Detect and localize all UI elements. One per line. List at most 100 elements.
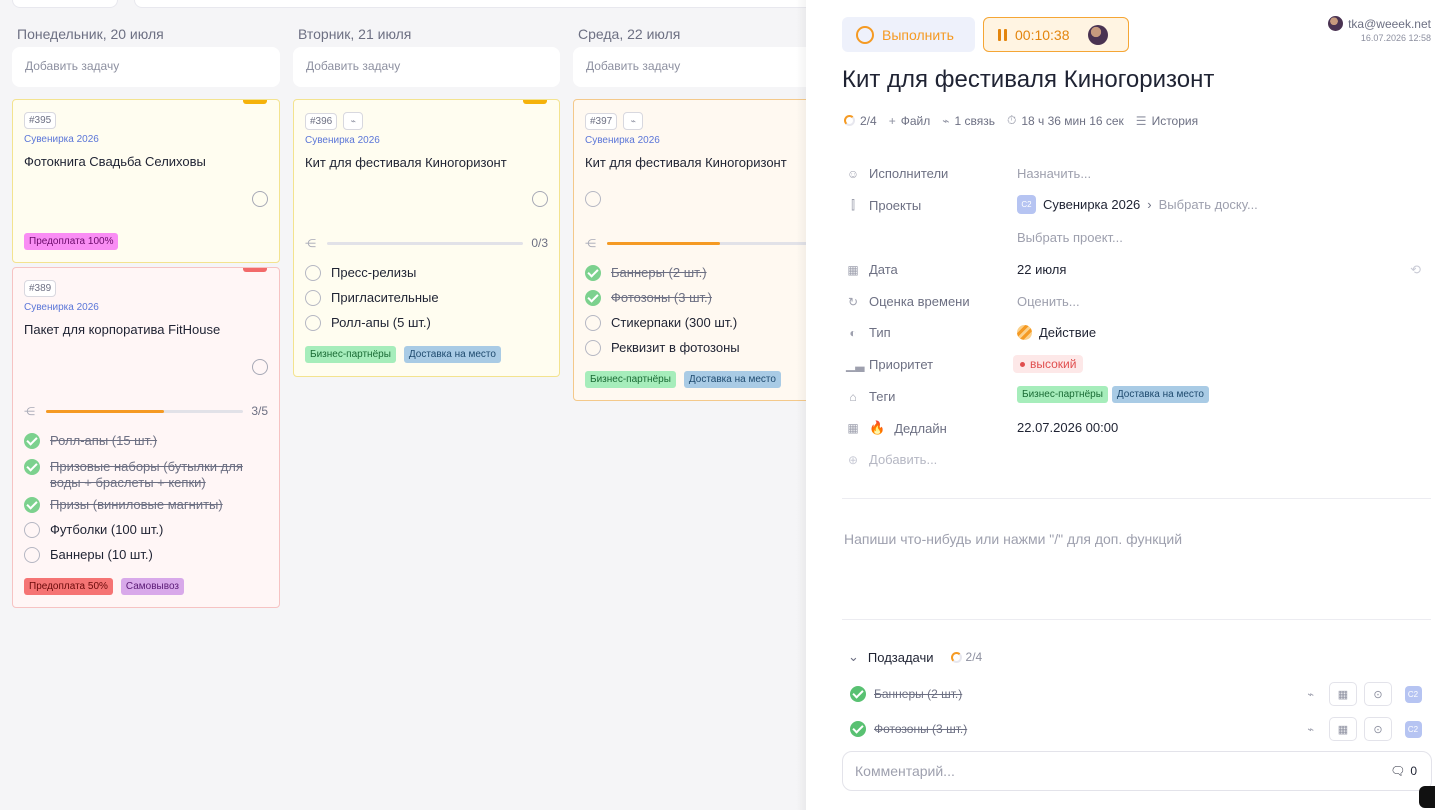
date-value[interactable]: 22 июля xyxy=(1017,262,1066,277)
subtask-item[interactable]: Реквизит в фотозоны xyxy=(585,340,804,356)
calendar-icon: ▦ xyxy=(847,262,859,277)
progress-ring-icon xyxy=(950,651,962,663)
task-number: #395 xyxy=(24,112,57,129)
tag[interactable]: Доставка на место xyxy=(1111,386,1209,403)
repeat-icon[interactable]: ⟲ xyxy=(1410,262,1421,278)
complete-button[interactable]: Выполнить xyxy=(842,17,975,52)
type-selector[interactable]: Действие xyxy=(1017,325,1096,340)
progress-count: 3/5 xyxy=(251,404,268,418)
priority-selector[interactable]: высокий xyxy=(1013,355,1084,373)
subtask-item[interactable]: Пригласительные xyxy=(305,290,551,306)
check-icon[interactable] xyxy=(24,433,40,449)
subtask-row[interactable]: Фотозоны (3 шт.) ⌁ ▦ ⊙ C2 xyxy=(850,717,1427,741)
add-task-button[interactable]: Добавить задачу xyxy=(12,47,280,87)
complete-toggle[interactable] xyxy=(252,359,268,375)
subtask-item[interactable]: Пресс-релизы xyxy=(305,265,551,281)
subtasks-toggle[interactable]: ⌄ Подзадачи 2/4 xyxy=(848,649,982,665)
subtask-item[interactable]: Стикерпаки (300 шт.) xyxy=(585,315,804,331)
comment-input[interactable]: Комментарий... 🗨 0 xyxy=(842,751,1432,791)
divider xyxy=(842,619,1431,620)
check-icon[interactable] xyxy=(850,721,866,737)
subtasks-icon: ⋲ xyxy=(305,237,316,250)
check-icon[interactable] xyxy=(24,522,40,538)
deadline-value[interactable]: 22.07.2026 00:00 xyxy=(1017,420,1118,435)
tag[interactable]: Бизнес-партнёры xyxy=(1017,386,1108,403)
priority-icon[interactable]: ⊙ xyxy=(1364,717,1392,741)
project-pick-button[interactable]: Выбрать проект... xyxy=(1017,230,1123,245)
check-icon[interactable] xyxy=(585,315,601,331)
prop-estimate: ↻ Оценка времени xyxy=(847,294,970,309)
priority-icon[interactable]: ⊙ xyxy=(1364,682,1392,706)
subtask-row[interactable]: Баннеры (2 шт.) ⌁ ▦ ⊙ C2 xyxy=(850,682,1427,706)
check-icon[interactable] xyxy=(305,290,321,306)
check-icon[interactable] xyxy=(585,340,601,356)
tag: Бизнес-партнёры xyxy=(585,371,676,388)
description-editor[interactable]: Напиши что-нибудь или нажми "/" для доп.… xyxy=(844,531,1182,547)
tag: Самовывоз xyxy=(120,578,184,595)
time-tracked[interactable]: ⏱ 18 ч 36 мин 16 сек xyxy=(1007,113,1124,128)
add-task-button[interactable]: Добавить задачу xyxy=(293,47,560,87)
links-button[interactable]: ⌁ 1 связь xyxy=(942,114,995,128)
project-badge[interactable]: C2 xyxy=(1399,682,1427,706)
topbar-control[interactable] xyxy=(12,0,118,8)
list-icon: ☰ xyxy=(1135,113,1147,128)
task-card[interactable]: #395 Сувенирка 2026 Фотокнига Свадьба Се… xyxy=(12,99,280,263)
subtask-title[interactable]: Баннеры (2 шт.) xyxy=(874,687,962,701)
project-selector[interactable]: C2 Сувенирка 2026 › Выбрать доску... xyxy=(1017,195,1258,214)
check-icon[interactable] xyxy=(305,265,321,281)
check-icon[interactable] xyxy=(585,290,601,306)
calendar-icon: ▦ xyxy=(847,421,859,435)
subtasks-count: 2/4 xyxy=(950,650,982,664)
check-icon[interactable] xyxy=(24,547,40,563)
complete-toggle[interactable] xyxy=(532,191,548,207)
link-icon[interactable]: ⌁ xyxy=(1307,688,1314,701)
estimate-button[interactable]: Оценить... xyxy=(1017,294,1080,309)
day-title: Вторник, 21 июля xyxy=(298,26,412,42)
board-selector[interactable]: Выбрать доску... xyxy=(1159,197,1258,212)
tag: Доставка на место xyxy=(683,371,781,388)
subtasks-progress[interactable]: 2/4 xyxy=(844,114,877,128)
subtask-item[interactable]: Футболки (100 шт.) xyxy=(24,522,271,538)
task-number: #396 xyxy=(305,112,338,130)
add-file-button[interactable]: + Файл xyxy=(889,114,931,128)
card-project: Сувенирка 2026 xyxy=(305,135,380,146)
complete-toggle[interactable] xyxy=(252,191,268,207)
link-icon[interactable]: ⌁ xyxy=(1307,723,1314,736)
signal-icon: ▁▃ xyxy=(846,357,865,372)
subtask-item[interactable]: Ролл-апы (15 шт.) xyxy=(24,433,271,449)
subtask-item[interactable]: Баннеры (10 шт.) xyxy=(24,547,271,563)
check-icon[interactable] xyxy=(850,686,866,702)
subtask-item[interactable]: Призовые наборы (бутылки для воды + брас… xyxy=(24,459,271,491)
help-button[interactable] xyxy=(1419,786,1435,808)
subtask-item[interactable]: Фотозоны (3 шт.) xyxy=(585,290,804,306)
subtasks-icon: ⋲ xyxy=(585,237,596,250)
check-icon[interactable] xyxy=(585,265,601,281)
comments-count[interactable]: 🗨 0 xyxy=(1390,764,1417,778)
task-card[interactable]: #397 ⌁ Сувенирка 2026 Кит для фестиваля К… xyxy=(573,99,806,401)
task-title[interactable]: Кит для фестиваля Киногоризонт xyxy=(842,66,1214,94)
check-icon[interactable] xyxy=(24,459,40,475)
task-card[interactable]: #389 Сувенирка 2026 Пакет для корпоратив… xyxy=(12,267,280,608)
add-property-button[interactable]: ⊕ Добавить... xyxy=(846,452,937,467)
calendar-icon[interactable]: ▦ xyxy=(1329,717,1357,741)
subtask-title[interactable]: Фотозоны (3 шт.) xyxy=(874,722,967,736)
subtask-item[interactable]: Ролл-апы (5 шт.) xyxy=(305,315,551,331)
timer-button[interactable]: 00:10:38 xyxy=(983,17,1129,52)
calendar-icon[interactable]: ▦ xyxy=(1329,682,1357,706)
plus-icon: + xyxy=(888,113,896,128)
tags-list[interactable]: Бизнес-партнёры Доставка на место xyxy=(1017,386,1209,403)
in-progress-toggle[interactable] xyxy=(585,191,601,207)
card-title: Пакет для корпоратива FitHouse xyxy=(24,322,221,337)
task-card[interactable]: #396 ⌁ Сувенирка 2026 Кит для фестиваля К… xyxy=(293,99,560,377)
subtask-item[interactable]: Баннеры (2 шт.) xyxy=(585,265,804,281)
history-button[interactable]: ☰ История xyxy=(1136,114,1198,128)
add-task-button[interactable]: Добавить задачу xyxy=(573,47,806,87)
topbar-control[interactable] xyxy=(134,0,806,8)
check-icon[interactable] xyxy=(305,315,321,331)
subtask-item[interactable]: Призы (виниловые магниты) xyxy=(24,497,271,513)
assign-button[interactable]: Назначить... xyxy=(1017,166,1091,181)
check-icon[interactable] xyxy=(24,497,40,513)
action-icon xyxy=(1017,325,1032,340)
project-badge[interactable]: C2 xyxy=(1399,717,1427,741)
circle-icon xyxy=(856,25,874,44)
